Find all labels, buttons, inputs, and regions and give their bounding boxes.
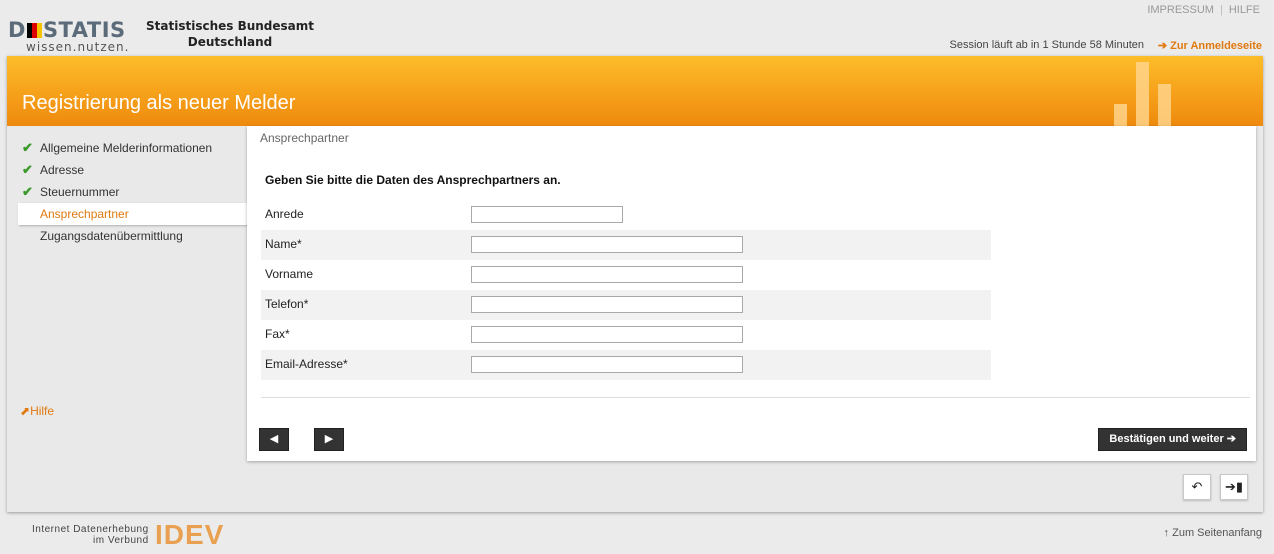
step-navigation: ✔ Allgemeine Melderinformationen ✔ Adresse…	[18, 137, 248, 247]
banner: Registrierung als neuer Melder	[7, 56, 1263, 126]
impressum-link[interactable]: IMPRESSUM	[1147, 4, 1214, 16]
decor-bar	[1158, 84, 1171, 126]
telefon-label: Telefon*	[265, 297, 309, 311]
idev-logo: IDEV	[155, 519, 225, 550]
undo-button[interactable]: ↶	[1183, 474, 1211, 500]
nav-step-ansprechpartner[interactable]: Ansprechpartner	[18, 203, 248, 225]
page-title: Registrierung als neuer Melder	[22, 92, 296, 114]
divider	[261, 397, 1250, 398]
arrow-up-icon: ↑	[1163, 527, 1170, 539]
form-row-anrede: Anrede	[261, 200, 991, 230]
help-top-link[interactable]: HILFE	[1229, 4, 1260, 16]
email-field[interactable]	[471, 356, 743, 373]
anrede-label: Anrede	[265, 207, 304, 221]
form-panel: Ansprechpartner Geben Sie bitte die Date…	[247, 126, 1256, 461]
name-label: Name*	[265, 237, 302, 251]
undo-icon: ↶	[1191, 479, 1203, 494]
top-links: IMPRESSUM | HILFE	[1147, 4, 1260, 16]
panel-title: Ansprechpartner	[260, 131, 349, 145]
confirm-and-continue-button[interactable]: Bestätigen und weiter ➔	[1098, 428, 1247, 451]
form-row-telefon: Telefon*	[261, 290, 991, 320]
decor-bar	[1114, 104, 1127, 126]
login-page-link[interactable]: ➔ Zur Anmeldeseite	[1158, 39, 1262, 52]
previous-button[interactable]: ◀	[259, 428, 289, 451]
check-icon: ✔	[22, 140, 33, 155]
form-row-name: Name*	[261, 230, 991, 260]
logo-tagline: wissen.nutzen.	[26, 40, 130, 54]
check-icon: ✔	[22, 184, 33, 199]
fax-field[interactable]	[471, 326, 743, 343]
form-row-email: Email-Adresse*	[261, 350, 991, 380]
name-field[interactable]	[471, 236, 743, 253]
external-link-icon: ⬈	[20, 404, 31, 418]
check-icon: ✔	[22, 162, 33, 177]
arrow-right-icon: ➔	[1157, 40, 1168, 52]
telefon-field[interactable]	[471, 296, 743, 313]
nav-step-steuernummer[interactable]: ✔ Steuernummer	[18, 181, 248, 203]
decor-bar	[1136, 62, 1149, 126]
exit-icon: ➔▮	[1224, 479, 1244, 494]
organization-name: Statistisches Bundesamt Deutschland	[146, 19, 315, 49]
fax-label: Fax*	[265, 327, 290, 341]
contact-form: Anrede Name* Vorname Telefon* Fax* Email…	[261, 200, 991, 380]
email-label: Email-Adresse*	[265, 357, 348, 371]
nav-step-zugangsdaten[interactable]: Zugangsdatenübermittlung	[18, 225, 248, 247]
next-button[interactable]: ▶	[314, 428, 344, 451]
form-row-vorname: Vorname	[261, 260, 991, 290]
form-intro: Geben Sie bitte die Daten des Ansprechpa…	[265, 173, 561, 187]
nav-step-allgemeine[interactable]: ✔ Allgemeine Melderinformationen	[18, 137, 248, 159]
back-to-top-link[interactable]: ↑ Zum Seitenanfang	[1164, 527, 1262, 539]
main-frame: Registrierung als neuer Melder ✔ Allgemei…	[7, 56, 1263, 512]
triangle-left-icon: ◀	[269, 433, 279, 445]
arrow-right-icon: ➔	[1226, 433, 1236, 445]
flag-icon	[26, 23, 42, 38]
nav-step-adresse[interactable]: ✔ Adresse	[18, 159, 248, 181]
vorname-field[interactable]	[471, 266, 743, 283]
destatis-logo[interactable]: D STATIS wissen.nutzen.	[8, 18, 133, 54]
session-timer: Session läuft ab in 1 Stunde 58 Minuten	[949, 39, 1144, 51]
exit-button[interactable]: ➔▮	[1220, 474, 1248, 500]
triangle-right-icon: ▶	[324, 433, 334, 445]
help-link[interactable]: ⬈Hilfe	[20, 404, 54, 418]
idev-tagline: Internet Datenerhebung im Verbund	[32, 524, 149, 546]
vorname-label: Vorname	[265, 267, 314, 281]
form-row-fax: Fax*	[261, 320, 991, 350]
anrede-field[interactable]	[471, 206, 623, 223]
